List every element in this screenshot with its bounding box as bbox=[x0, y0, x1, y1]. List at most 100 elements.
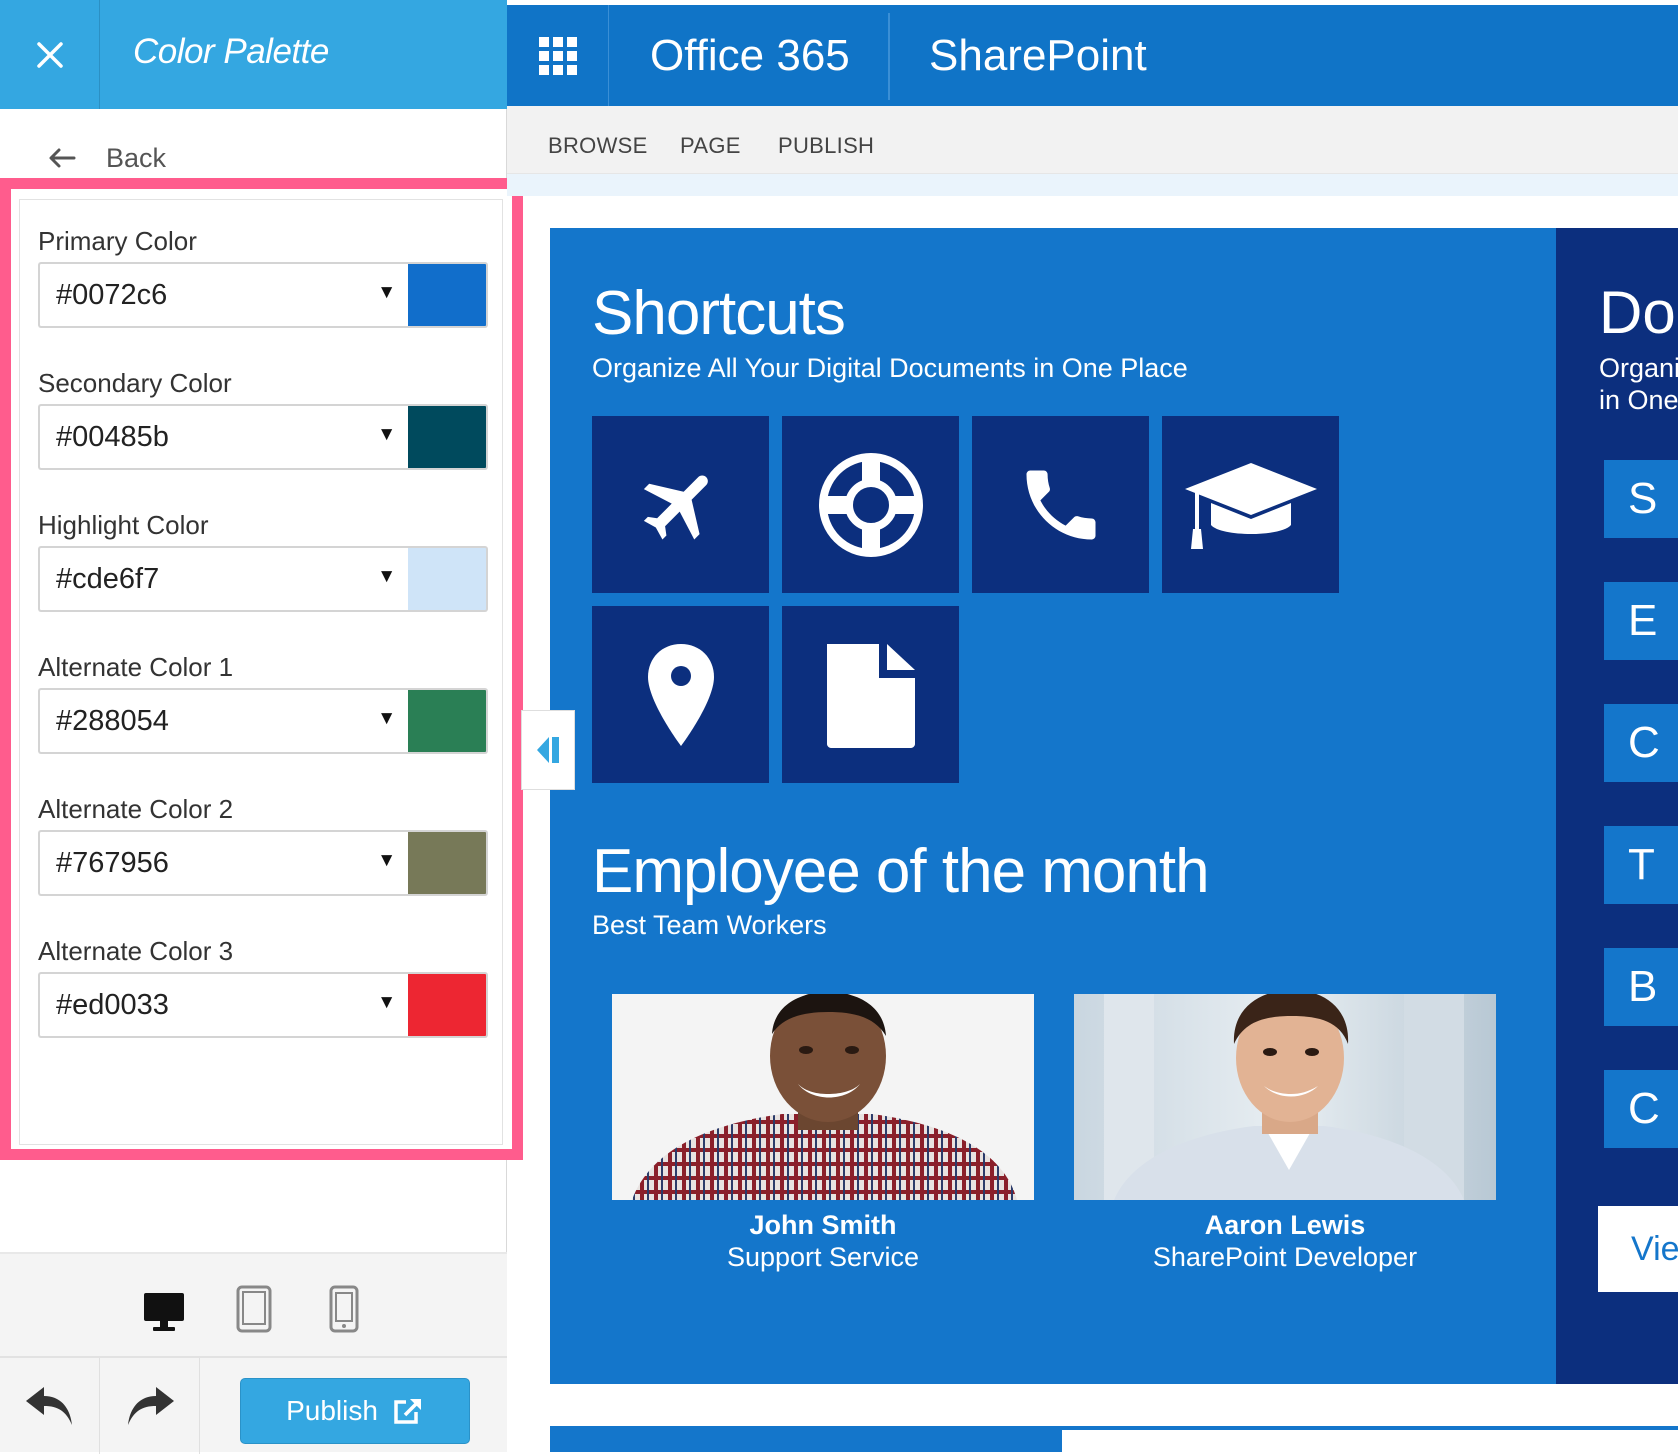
highlight-color-value: #cde6f7 bbox=[56, 562, 160, 595]
external-link-icon bbox=[394, 1399, 421, 1424]
alternate-color-3-value: #ed0033 bbox=[56, 988, 169, 1021]
ribbon-bar: BROWSE PAGE PUBLISH bbox=[507, 106, 1678, 174]
tab-publish[interactable]: PUBLISH bbox=[778, 133, 874, 159]
employee-role: SharePoint Developer bbox=[1152, 1242, 1418, 1272]
tablet-preview-button[interactable] bbox=[230, 1277, 278, 1333]
publish-button[interactable]: Publish bbox=[240, 1378, 470, 1444]
device-preview-bar bbox=[0, 1252, 507, 1356]
redo-button[interactable] bbox=[100, 1358, 200, 1454]
employee-name: Aaron Lewis bbox=[1204, 1210, 1366, 1240]
arrow-left-icon bbox=[49, 148, 76, 168]
panel-collapse-handle[interactable] bbox=[521, 710, 575, 790]
airplane-icon bbox=[643, 475, 708, 539]
employee-section-subtitle: Best Team Workers bbox=[592, 910, 827, 940]
primary-color-swatch[interactable] bbox=[408, 262, 488, 328]
documents-subtitle: Organiz in One bbox=[1599, 352, 1678, 416]
documents-subtitle-line-1: Organiz bbox=[1599, 353, 1678, 383]
shortcut-tile-phone[interactable] bbox=[972, 416, 1149, 593]
topbar-divider bbox=[888, 13, 890, 100]
view-all-button[interactable]: Vie bbox=[1598, 1206, 1678, 1292]
alternate-color-1-swatch[interactable] bbox=[408, 688, 488, 754]
employee-role: Support Service bbox=[726, 1242, 920, 1272]
documents-section: Doc Organiz in One S E C T B C Vie bbox=[1556, 228, 1678, 1384]
highlight-color-swatch[interactable] bbox=[408, 546, 488, 612]
alternate-color-1-value: #288054 bbox=[56, 704, 169, 737]
documents-subtitle-line-2: in One bbox=[1599, 385, 1678, 415]
employee-photo-aaron-lewis bbox=[1074, 994, 1496, 1200]
secondary-color-label: Secondary Color bbox=[38, 368, 232, 398]
close-button[interactable] bbox=[0, 0, 100, 109]
document-category-tile[interactable]: C bbox=[1604, 1070, 1678, 1148]
next-section-edge bbox=[550, 1426, 1678, 1452]
lifebuoy-icon bbox=[818, 452, 923, 557]
color-palette-highlight: Primary Color #0072c6 ▼ Secondary Color … bbox=[0, 178, 523, 1160]
ribbon-strip bbox=[507, 174, 1678, 196]
customizer-panel: Color Palette Back Primary Color #0072c6… bbox=[0, 0, 523, 1454]
shortcut-tile-travel[interactable] bbox=[592, 416, 769, 593]
tab-page[interactable]: PAGE bbox=[680, 133, 741, 159]
next-section-block bbox=[550, 1426, 1062, 1452]
tablet-icon bbox=[236, 1285, 271, 1333]
alternate-color-2-select[interactable]: #767956 ▼ bbox=[38, 830, 408, 896]
highlight-color-label: Highlight Color bbox=[38, 510, 209, 540]
alternate-color-2-value: #767956 bbox=[56, 846, 169, 879]
shortcut-tile-training[interactable] bbox=[1162, 416, 1339, 593]
desktop-preview-button[interactable] bbox=[140, 1277, 188, 1333]
waffle-icon bbox=[538, 36, 577, 75]
shortcut-tile-location[interactable] bbox=[592, 606, 769, 783]
primary-color-value: #0072c6 bbox=[56, 278, 168, 311]
undo-icon bbox=[25, 1387, 72, 1425]
alternate-color-3-label: Alternate Color 3 bbox=[38, 936, 234, 966]
document-category-tile[interactable]: B bbox=[1604, 948, 1678, 1026]
publish-label: Publish bbox=[286, 1395, 378, 1426]
primary-color-select[interactable]: #0072c6 ▼ bbox=[38, 262, 408, 328]
redo-icon bbox=[127, 1387, 174, 1425]
highlight-color-select[interactable]: #cde6f7 ▼ bbox=[38, 546, 408, 612]
map-pin-icon bbox=[647, 643, 714, 746]
shortcut-tile-documents[interactable] bbox=[782, 606, 959, 783]
shortcut-tile-support[interactable] bbox=[782, 416, 959, 593]
suite-bar: Office 365 SharePoint bbox=[507, 5, 1678, 106]
next-section-border bbox=[1062, 1426, 1678, 1430]
secondary-color-select[interactable]: #00485b ▼ bbox=[38, 404, 408, 470]
back-button[interactable]: Back bbox=[48, 138, 166, 178]
secondary-color-value: #00485b bbox=[56, 420, 169, 453]
alternate-color-1-select[interactable]: #288054 ▼ bbox=[38, 688, 408, 754]
mobile-icon bbox=[329, 1285, 358, 1333]
document-icon bbox=[826, 643, 915, 748]
sharepoint-link[interactable]: SharePoint bbox=[929, 31, 1147, 81]
alternate-color-1-label: Alternate Color 1 bbox=[38, 652, 234, 682]
back-label: Back bbox=[106, 142, 167, 173]
alternate-color-2-swatch[interactable] bbox=[408, 830, 488, 896]
documents-title: Doc bbox=[1599, 279, 1678, 346]
tab-browse[interactable]: BROWSE bbox=[548, 133, 648, 159]
dropdown-arrow-icon: ▼ bbox=[377, 424, 396, 445]
primary-color-label: Primary Color bbox=[38, 226, 197, 256]
employee-section-title: Employee of the month bbox=[592, 837, 1210, 906]
panel-title: Color Palette bbox=[133, 32, 329, 71]
dropdown-arrow-icon: ▼ bbox=[377, 708, 396, 729]
desktop-icon bbox=[143, 1293, 184, 1331]
undo-button[interactable] bbox=[0, 1358, 100, 1454]
color-palette-section: Primary Color #0072c6 ▼ Secondary Color … bbox=[19, 199, 503, 1145]
employee-name: John Smith bbox=[749, 1210, 897, 1240]
document-category-tile[interactable]: C bbox=[1604, 704, 1678, 782]
alternate-color-3-select[interactable]: #ed0033 ▼ bbox=[38, 972, 408, 1038]
alternate-color-3-swatch[interactable] bbox=[408, 972, 488, 1038]
phone-icon bbox=[1026, 470, 1095, 539]
close-icon bbox=[36, 41, 63, 68]
document-category-tile[interactable]: T bbox=[1604, 826, 1678, 904]
document-category-tile[interactable]: S bbox=[1604, 460, 1678, 538]
alternate-color-2-label: Alternate Color 2 bbox=[38, 794, 234, 824]
action-bar: Publish bbox=[0, 1356, 507, 1454]
mobile-preview-button[interactable] bbox=[320, 1277, 368, 1333]
dropdown-arrow-icon: ▼ bbox=[377, 850, 396, 871]
shortcuts-title: Shortcuts bbox=[592, 279, 846, 348]
dropdown-arrow-icon: ▼ bbox=[377, 992, 396, 1013]
secondary-color-swatch[interactable] bbox=[408, 404, 488, 470]
app-launcher-button[interactable] bbox=[507, 5, 609, 106]
office365-link[interactable]: Office 365 bbox=[650, 31, 850, 81]
employee-photo-john-smith bbox=[612, 994, 1034, 1200]
shortcuts-subtitle: Organize All Your Digital Documents in O… bbox=[592, 353, 1188, 383]
document-category-tile[interactable]: E bbox=[1604, 582, 1678, 660]
